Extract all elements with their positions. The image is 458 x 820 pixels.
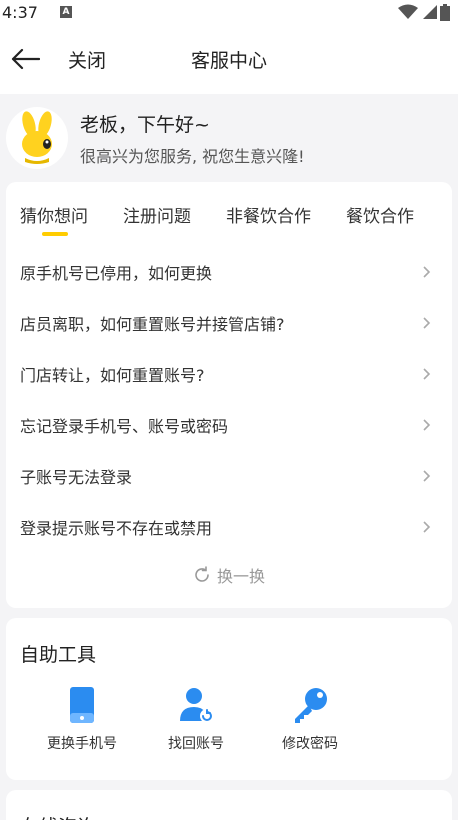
refresh-icon — [195, 566, 209, 582]
faq-tabs: 猜你想问 注册问题 非餐饮合作 餐饮合作 — [6, 182, 452, 246]
key-icon — [295, 688, 327, 723]
close-button[interactable]: 关闭 — [68, 46, 106, 73]
greeting-title: 老板，下午好~ — [80, 113, 210, 136]
status-time: 4:37 — [2, 2, 38, 22]
tab-guess[interactable]: 猜你想问 — [20, 202, 88, 236]
chevron-right-icon — [423, 469, 431, 482]
tool-label: 找回账号 — [168, 736, 224, 752]
status-bar: 4:37 A — [0, 0, 458, 24]
recover-account-button[interactable]: 找回账号 — [148, 685, 244, 753]
faq-item[interactable]: 忘记登录手机号、账号或密码 — [6, 399, 452, 450]
battery-icon — [440, 3, 450, 21]
tools-title: 自助工具 — [20, 644, 97, 666]
faq-item-text: 登录提示账号不存在或禁用 — [20, 518, 213, 538]
notification-a-icon: A — [59, 6, 72, 18]
tab-non-catering[interactable]: 非餐饮合作 — [226, 202, 311, 227]
faq-item[interactable]: 登录提示账号不存在或禁用 — [6, 501, 452, 552]
arrow-left-icon — [11, 48, 40, 70]
online-consult-title: 在线咨询 — [6, 790, 452, 820]
faq-item[interactable]: 子账号无法登录 — [6, 450, 452, 501]
self-service-tools-card: 自助工具 更换手机号 找回账号 修改密码 — [6, 618, 452, 780]
faq-item-text: 忘记登录手机号、账号或密码 — [20, 416, 229, 436]
faq-card: 猜你想问 注册问题 非餐饮合作 餐饮合作 原手机号已停用，如何更换 店员离职，如… — [6, 182, 452, 608]
tab-catering[interactable]: 餐饮合作 — [346, 202, 414, 227]
chevron-right-icon — [423, 520, 431, 533]
chevron-right-icon — [423, 316, 431, 329]
mascot-icon — [22, 111, 52, 164]
faq-item[interactable]: 原手机号已停用，如何更换 — [6, 246, 452, 297]
tool-label: 更换手机号 — [47, 736, 117, 752]
back-button[interactable] — [4, 38, 46, 80]
online-consult-card: 在线咨询 — [6, 790, 452, 820]
faq-item[interactable]: 店员离职，如何重置账号并接管店铺? — [6, 297, 452, 348]
faq-item-text: 店员离职，如何重置账号并接管店铺? — [20, 314, 285, 334]
faq-item-text: 原手机号已停用，如何更换 — [20, 263, 213, 283]
greeting-subtitle: 很高兴为您服务, 祝您生意兴隆! — [80, 146, 305, 166]
faq-item[interactable]: 门店转让，如何重置账号? — [6, 348, 452, 399]
signal-icon — [423, 5, 437, 19]
user-recover-icon — [180, 688, 214, 723]
chevron-right-icon — [423, 367, 431, 380]
chevron-right-icon — [423, 418, 431, 431]
faq-item-text: 子账号无法登录 — [20, 467, 133, 487]
change-password-button[interactable]: 修改密码 — [262, 685, 358, 753]
tools-row: 更换手机号 找回账号 修改密码 — [6, 685, 452, 753]
greeting-section: 老板，下午好~ 很高兴为您服务, 祝您生意兴隆! — [0, 94, 458, 182]
change-phone-button[interactable]: 更换手机号 — [34, 685, 130, 753]
mascot-avatar — [6, 107, 68, 169]
faq-list: 原手机号已停用，如何更换 店员离职，如何重置账号并接管店铺? 门店转让，如何重置… — [6, 246, 452, 552]
phone-icon — [70, 687, 94, 723]
refresh-button[interactable]: 换一换 — [6, 552, 452, 598]
faq-item-text: 门店转让，如何重置账号? — [20, 365, 205, 385]
chevron-right-icon — [423, 265, 431, 278]
nav-bar: 关闭 客服中心 — [0, 24, 458, 94]
tool-label: 修改密码 — [282, 736, 338, 752]
refresh-label: 换一换 — [216, 567, 265, 586]
tab-register[interactable]: 注册问题 — [123, 202, 191, 227]
wifi-icon — [398, 4, 418, 19]
